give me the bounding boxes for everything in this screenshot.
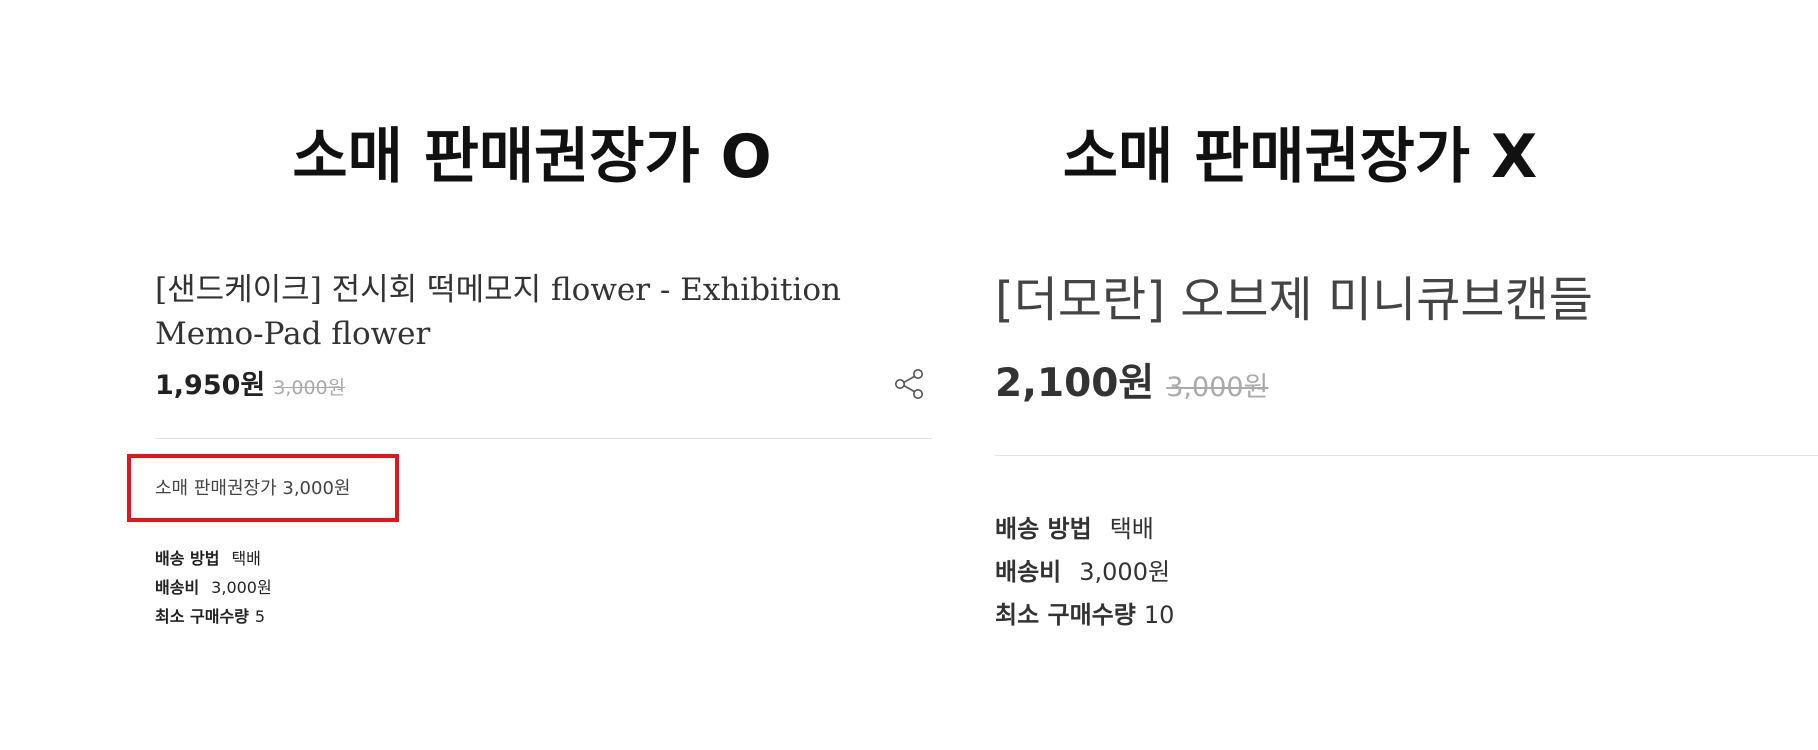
min-quantity-label: 최소 구매수량 <box>995 601 1136 629</box>
product-title: [더모란] 오브제 미니큐브캔들 <box>995 272 1593 328</box>
original-price: 3,000원 <box>273 377 346 399</box>
share-icon[interactable] <box>892 367 926 401</box>
divider <box>995 455 1818 456</box>
price-row: 2,100원 3,000원 <box>995 352 1268 408</box>
shipping-method-label: 배송 방법 <box>995 515 1092 543</box>
shipping-method-row: 배송 방법 택배 <box>155 544 272 573</box>
left-panel-heading: 소매 판매권장가 O <box>292 122 772 192</box>
shipping-fee-label: 배송비 <box>995 558 1062 586</box>
shipping-fee-value: 3,000원 <box>211 578 272 597</box>
shipping-method-value: 택배 <box>1109 515 1154 543</box>
shipping-fee-value: 3,000원 <box>1079 558 1171 586</box>
right-panel-heading: 소매 판매권장가 X <box>1062 122 1538 192</box>
shipping-fee-label: 배송비 <box>155 578 200 597</box>
price-row: 1,950원 3,000원 <box>155 363 345 402</box>
min-quantity-label: 최소 구매수량 <box>155 607 249 626</box>
min-quantity-row: 최소 구매수량 5 <box>155 602 272 631</box>
retail-price-text: 소매 판매권장가 3,000원 <box>155 478 351 499</box>
sale-price: 1,950원 <box>155 370 266 401</box>
shipping-fee-row: 배송비 3,000원 <box>995 551 1174 594</box>
shipping-fee-row: 배송비 3,000원 <box>155 573 272 602</box>
shipping-info: 배송 방법 택배 배송비 3,000원 최소 구매수량 10 <box>995 508 1174 637</box>
min-quantity-value: 10 <box>1143 601 1175 629</box>
shipping-method-value: 택배 <box>231 549 261 568</box>
min-quantity-row: 최소 구매수량 10 <box>995 594 1174 637</box>
product-title: [샌드케이크] 전시회 떡메모지 flower - Exhibition Mem… <box>155 272 841 352</box>
shipping-method-row: 배송 방법 택배 <box>995 508 1174 551</box>
divider <box>155 438 932 439</box>
original-price: 3,000원 <box>1166 372 1269 403</box>
shipping-method-label: 배송 방법 <box>155 549 220 568</box>
sale-price: 2,100원 <box>995 361 1155 406</box>
min-quantity-value: 5 <box>254 607 266 626</box>
shipping-info: 배송 방법 택배 배송비 3,000원 최소 구매수량 5 <box>155 544 272 631</box>
